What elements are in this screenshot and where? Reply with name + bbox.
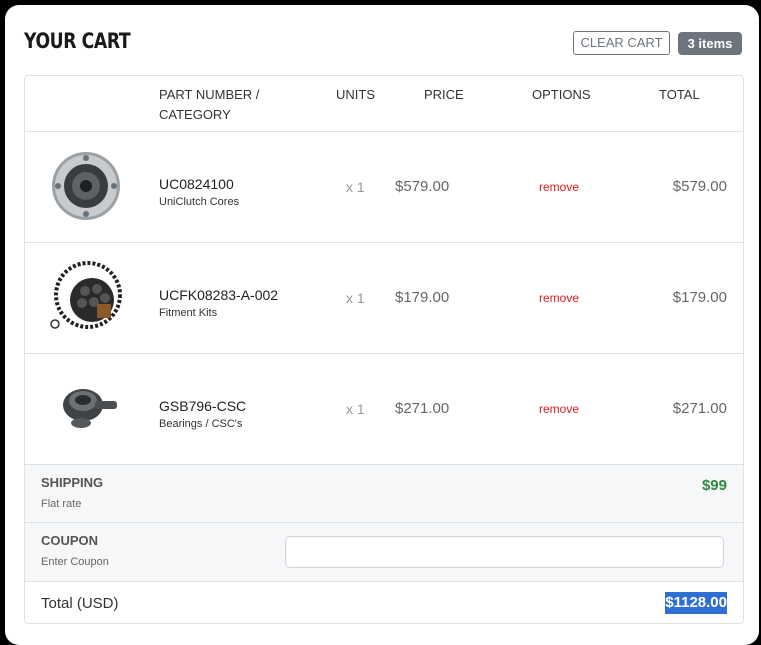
table-row: UC0824100 UniClutch Cores x 1 $579.00 re… <box>25 132 743 243</box>
cart-table: PART NUMBER / CATEGORY UNITS PRICE OPTIO… <box>24 75 744 624</box>
total-value: $1128.00 <box>665 592 727 614</box>
cart-panel: YOUR CART CLEAR CART 3 items PART NUMBER… <box>5 5 759 645</box>
remove-link[interactable]: remove <box>539 291 579 305</box>
item-count-badge: 3 items <box>678 32 742 55</box>
part-number-header: PART NUMBER / CATEGORY <box>159 85 259 125</box>
units-value: x 1 <box>346 401 365 417</box>
part-number-header-label: PART NUMBER / <box>159 87 260 102</box>
shipping-value: $99 <box>701 477 727 494</box>
category-header-label: CATEGORY <box>159 107 231 122</box>
part-number: UCFK08283-A-002 <box>159 287 279 303</box>
price-value: $579.00 <box>395 178 450 195</box>
table-header: PART NUMBER / CATEGORY UNITS PRICE OPTIO… <box>25 76 743 132</box>
coupon-label: COUPON <box>41 533 99 548</box>
clutch-core-icon <box>52 152 120 220</box>
units-value: x 1 <box>346 179 365 195</box>
units-value: x 1 <box>346 290 365 306</box>
coupon-row: COUPON Enter Coupon <box>25 523 743 582</box>
shipping-method: Flat rate <box>41 498 82 510</box>
table-row: UCFK08283-A-002 Fitment Kits x 1 $179.00… <box>25 243 743 354</box>
options-header: OPTIONS <box>532 87 591 102</box>
coupon-hint: Enter Coupon <box>41 556 109 568</box>
clear-cart-button[interactable]: CLEAR CART <box>573 31 670 55</box>
part-category: Fitment Kits <box>159 307 218 319</box>
coupon-input[interactable] <box>285 536 724 568</box>
line-total: $179.00 <box>672 289 727 306</box>
price-value: $179.00 <box>395 289 450 306</box>
bearing-icon <box>63 389 117 428</box>
total-header: TOTAL <box>659 87 700 102</box>
units-header: UNITS <box>336 87 375 102</box>
part-category: UniClutch Cores <box>159 196 240 208</box>
total-label: Total (USD) <box>41 595 119 612</box>
fitment-kit-icon <box>50 261 122 329</box>
remove-link[interactable]: remove <box>539 402 579 416</box>
shipping-label: SHIPPING <box>41 475 104 490</box>
price-value: $271.00 <box>395 400 450 417</box>
cart-title: YOUR CART <box>24 29 131 53</box>
part-category: Bearings / CSC's <box>159 418 243 430</box>
price-header: PRICE <box>424 87 464 102</box>
table-row: GSB796-CSC Bearings / CSC's x 1 $271.00 … <box>25 354 743 465</box>
line-total: $271.00 <box>672 400 727 417</box>
line-total: $579.00 <box>672 178 727 195</box>
total-row: Total (USD) $1128.00 <box>25 582 743 623</box>
shipping-row: SHIPPING Flat rate $99 <box>25 465 743 523</box>
remove-link[interactable]: remove <box>539 180 579 194</box>
part-number: UC0824100 <box>159 176 234 192</box>
part-number: GSB796-CSC <box>159 398 247 414</box>
